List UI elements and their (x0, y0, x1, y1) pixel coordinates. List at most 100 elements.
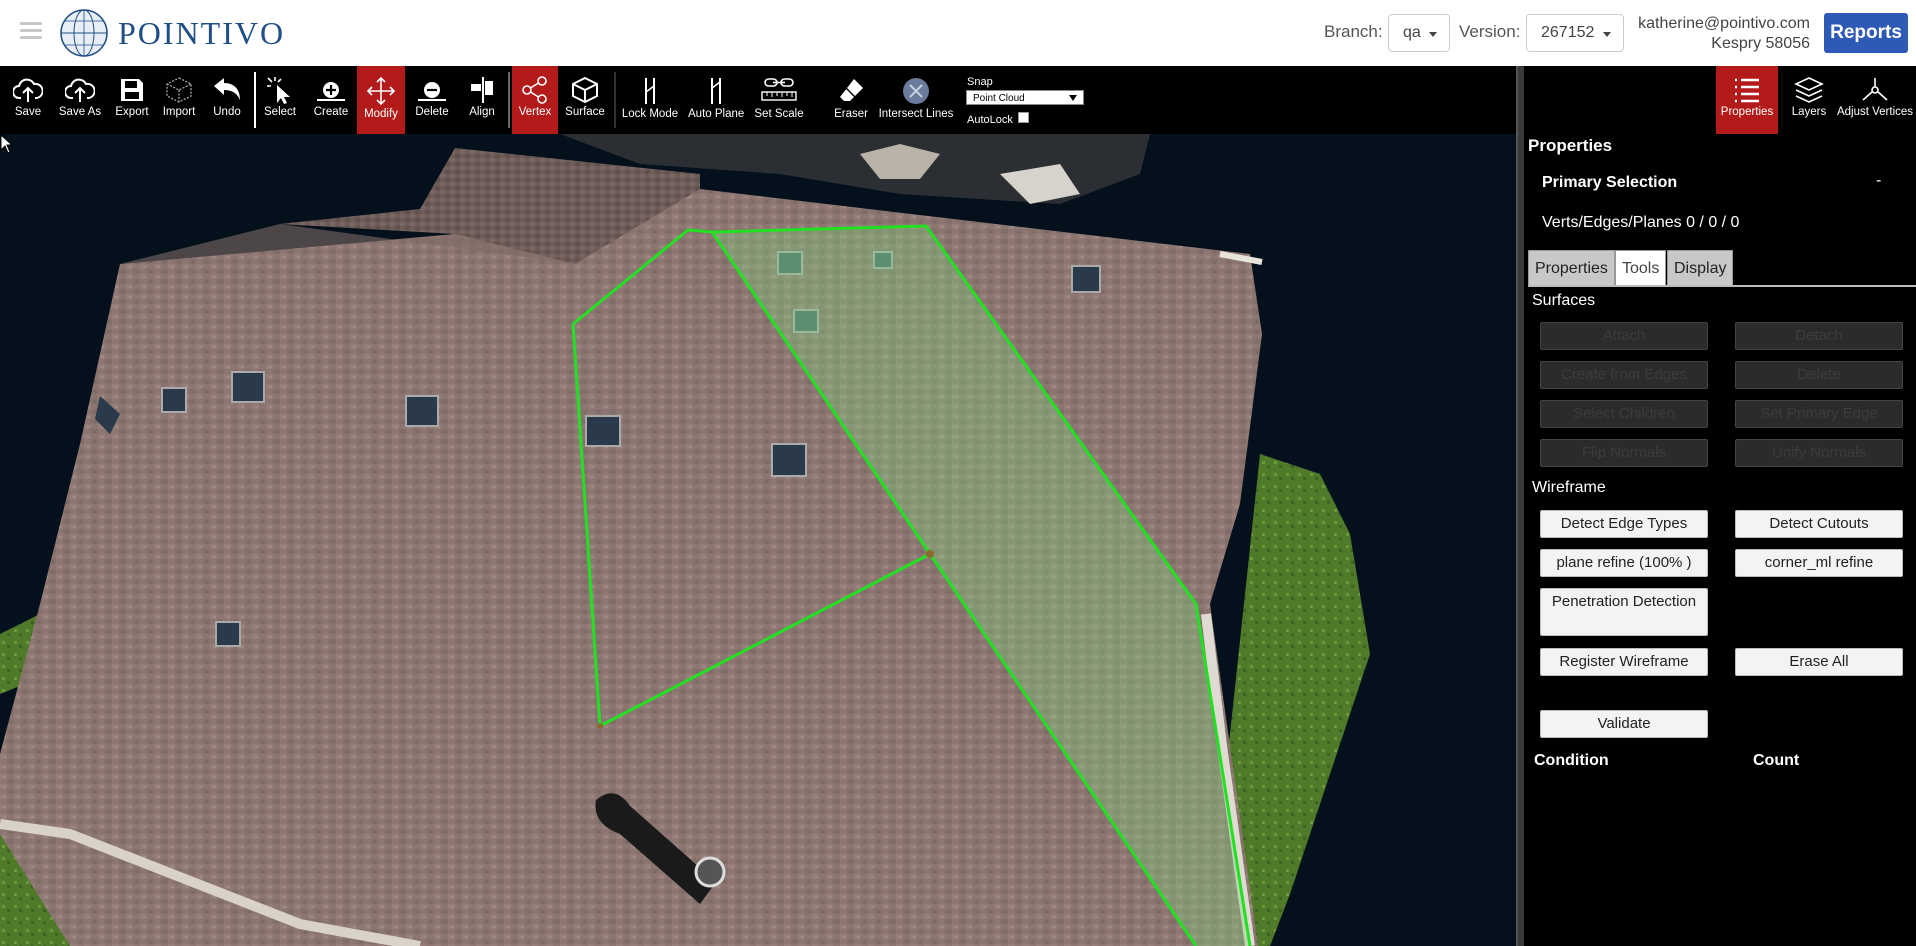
cloud-upload-icon (13, 78, 43, 102)
list-icon (1735, 78, 1759, 103)
wireframe-vertex[interactable] (926, 550, 934, 558)
right-panel: Properties Layers Adjust Vertices Proper… (1524, 66, 1916, 946)
tab-divider (1528, 285, 1916, 287)
surfaces-section-title: Surfaces (1532, 292, 1596, 309)
cube-outline-icon (166, 77, 192, 103)
auto-plane-button[interactable]: Auto Plane (688, 66, 744, 134)
branch-value: qa (1403, 24, 1421, 41)
collapse-toggle[interactable]: - (1876, 172, 1881, 190)
roof-pipe (694, 856, 726, 888)
wireframe-vertex[interactable] (597, 723, 603, 729)
save-button[interactable]: Save (6, 66, 50, 134)
snap-select[interactable]: Point Cloud (966, 90, 1084, 105)
tripod-icon (1862, 78, 1888, 101)
vertex-label: Vertex (518, 106, 552, 118)
align-tool-button[interactable]: Align (460, 66, 504, 134)
tab-display[interactable]: Display (1667, 250, 1734, 286)
move-arrows-icon (366, 76, 396, 106)
attach-button: Attach (1540, 322, 1708, 350)
plus-vertex-icon (317, 82, 345, 101)
plane-refine-button[interactable]: plane refine (100% ) (1540, 549, 1708, 577)
reports-button[interactable]: Reports (1824, 13, 1908, 53)
save-as-label: Save As (58, 106, 102, 118)
surface-mode-button[interactable]: Surface (562, 66, 608, 134)
lock-mode-icon (645, 78, 655, 104)
snap-value: Point Cloud (973, 93, 1025, 104)
cloud-upload-icon (65, 78, 95, 102)
eraser-button[interactable]: Eraser (828, 66, 874, 134)
modify-tool-button[interactable]: Modify (357, 66, 405, 134)
panel-title: Properties (1528, 136, 1613, 155)
layers-panel-label: Layers (1791, 106, 1827, 118)
roof-vent (1071, 265, 1101, 293)
intersect-lines-button[interactable]: Intersect Lines (878, 66, 954, 134)
modify-label: Modify (364, 108, 398, 120)
panel-toolbar: Properties Layers Adjust Vertices (1524, 66, 1916, 134)
validate-button[interactable]: Validate (1540, 710, 1708, 738)
undo-button[interactable]: Undo (206, 66, 248, 134)
export-button[interactable]: Export (110, 66, 154, 134)
user-org: Kespry 58056 (1711, 35, 1810, 52)
mouse-cursor-icon (0, 134, 14, 154)
condition-column-header: Condition (1534, 752, 1609, 769)
vertex-mode-button[interactable]: Vertex (512, 66, 558, 134)
version-value: 267152 (1541, 24, 1595, 41)
hamburger-menu-icon[interactable] (20, 22, 42, 42)
layers-icon (1794, 77, 1824, 103)
select-children-button: Select Children (1540, 400, 1708, 428)
primary-selection-header: Primary Selection (1542, 174, 1678, 191)
adjust-vertices-button[interactable]: Adjust Vertices (1834, 66, 1916, 134)
roof-vent (161, 387, 187, 413)
layers-panel-button[interactable]: Layers (1784, 66, 1834, 134)
lock-mode-button[interactable]: Lock Mode (620, 66, 680, 134)
version-label: Version: (1459, 22, 1521, 41)
penetration-detection-button[interactable]: Penetration Detection (1540, 588, 1708, 636)
cube-icon (572, 76, 598, 104)
detect-edge-types-button[interactable]: Detect Edge Types (1540, 510, 1708, 538)
select-tool-button[interactable]: Select (260, 66, 300, 134)
auto-plane-label: Auto Plane (688, 108, 745, 120)
register-wireframe-button[interactable]: Register Wireframe (1540, 648, 1708, 676)
set-primary-edge-button: Set Primary Edge (1735, 400, 1903, 428)
save-as-button[interactable]: Save As (56, 66, 104, 134)
pointer-select-icon (267, 77, 290, 104)
create-from-edges-button: Create from Edges (1540, 361, 1708, 389)
properties-panel-label: Properties (1720, 106, 1774, 118)
floppy-disk-icon (121, 79, 143, 101)
tab-properties[interactable]: Properties (1528, 250, 1615, 286)
auto-plane-icon (711, 78, 721, 104)
roof-vent (215, 621, 241, 647)
roof-vent (585, 415, 621, 447)
panel-splitter[interactable] (1516, 66, 1524, 946)
count-column-header: Count (1753, 752, 1800, 769)
snap-label: Snap (967, 76, 993, 88)
detect-cutouts-button[interactable]: Detect Cutouts (1735, 510, 1903, 538)
create-label: Create (313, 106, 349, 118)
export-label: Export (115, 106, 149, 118)
app-header: POINTIVO Branch: qa Version: 267152 kath… (0, 0, 1916, 66)
branch-label: Branch: (1324, 22, 1383, 41)
verts-edges-planes-count: Verts/Edges/Planes 0 / 0 / 0 (1542, 214, 1740, 231)
undo-arrow-icon (214, 78, 240, 100)
detach-button: Detach (1735, 322, 1903, 350)
point-cloud-scene (0, 134, 1370, 946)
3d-viewport[interactable] (0, 134, 1516, 946)
branch-select[interactable]: qa (1388, 14, 1450, 52)
create-tool-button[interactable]: Create (310, 66, 352, 134)
delete-tool-button[interactable]: Delete (410, 66, 454, 134)
roof-vent (231, 371, 265, 403)
surface-label: Surface (565, 106, 605, 118)
tab-tools[interactable]: Tools (1615, 250, 1667, 286)
autolock-checkbox[interactable] (1018, 112, 1029, 123)
set-scale-button[interactable]: Set Scale (750, 66, 808, 134)
ruler-link-icon (761, 78, 797, 101)
import-button[interactable]: Import (158, 66, 200, 134)
align-label: Align (469, 106, 495, 118)
erase-all-button[interactable]: Erase All (1735, 648, 1903, 676)
user-info[interactable]: katherine@pointivo.com Kespry 58056 (1600, 14, 1810, 54)
corner-ml-refine-button[interactable]: corner_ml refine (1735, 549, 1903, 577)
autolock-label: AutoLock (967, 114, 1013, 126)
user-email: katherine@pointivo.com (1638, 15, 1810, 32)
delete-surface-button: Delete (1735, 361, 1903, 389)
properties-panel-button[interactable]: Properties (1716, 66, 1778, 134)
